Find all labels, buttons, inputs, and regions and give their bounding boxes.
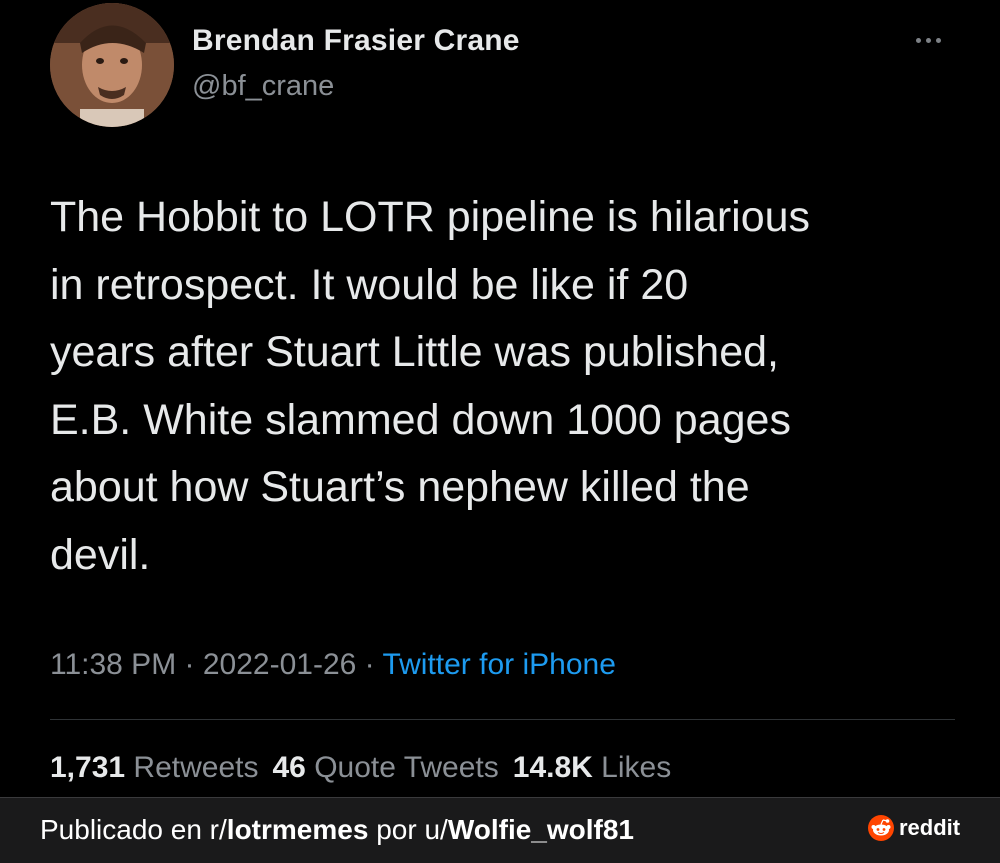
- quotes-stat[interactable]: 46 Quote Tweets: [272, 751, 498, 784]
- attribution-prefix: Publicado en r/: [40, 814, 227, 845]
- reddit-logo[interactable]: reddit: [868, 815, 960, 841]
- reddit-wordmark: reddit: [899, 815, 961, 840]
- quotes-label: Quote Tweets: [314, 751, 499, 784]
- author-display-name[interactable]: Brendan Frasier Crane: [192, 24, 520, 58]
- retweets-label: Retweets: [133, 751, 259, 784]
- likes-stat[interactable]: 14.8K Likes: [513, 751, 671, 784]
- retweets-count: 1,731: [50, 751, 126, 784]
- tweet-text: The Hobbit to LOTR pipeline is hilarious…: [50, 193, 811, 579]
- tweet-stats: 1,731 Retweets 46 Quote Tweets 14.8K Likes: [50, 751, 671, 785]
- username-link[interactable]: Wolfie_wolf81: [448, 814, 634, 845]
- tweet-date[interactable]: 2022-01-26: [203, 648, 356, 681]
- author-handle[interactable]: @bf_crane: [192, 70, 334, 103]
- meta-separator: ·: [356, 648, 383, 681]
- tweet-source-link[interactable]: Twitter for iPhone: [382, 648, 615, 681]
- tweet-card: Brendan Frasier Crane @bf_crane The Hobb…: [0, 0, 1000, 797]
- subreddit-link[interactable]: lotrmemes: [227, 814, 369, 845]
- profile-photo-icon: [50, 3, 174, 127]
- reddit-alien-icon: [868, 815, 894, 841]
- tweet-meta: 11:38 PM · 2022-01-26 · Twitter for iPho…: [50, 648, 616, 682]
- avatar[interactable]: [50, 3, 174, 127]
- retweets-stat[interactable]: 1,731 Retweets: [50, 751, 258, 784]
- quotes-count: 46: [272, 751, 306, 784]
- likes-count: 14.8K: [512, 751, 593, 784]
- likes-label: Likes: [601, 751, 672, 784]
- meta-separator: ·: [176, 648, 203, 681]
- reddit-footer: Publicado en r/lotrmemes por u/Wolfie_wo…: [0, 797, 1000, 863]
- attribution-middle: por u/: [368, 814, 448, 845]
- post-attribution: Publicado en r/lotrmemes por u/Wolfie_wo…: [40, 814, 634, 846]
- tweet-time[interactable]: 11:38 PM: [50, 648, 176, 681]
- ellipsis-icon[interactable]: [916, 30, 948, 50]
- divider: [50, 719, 955, 720]
